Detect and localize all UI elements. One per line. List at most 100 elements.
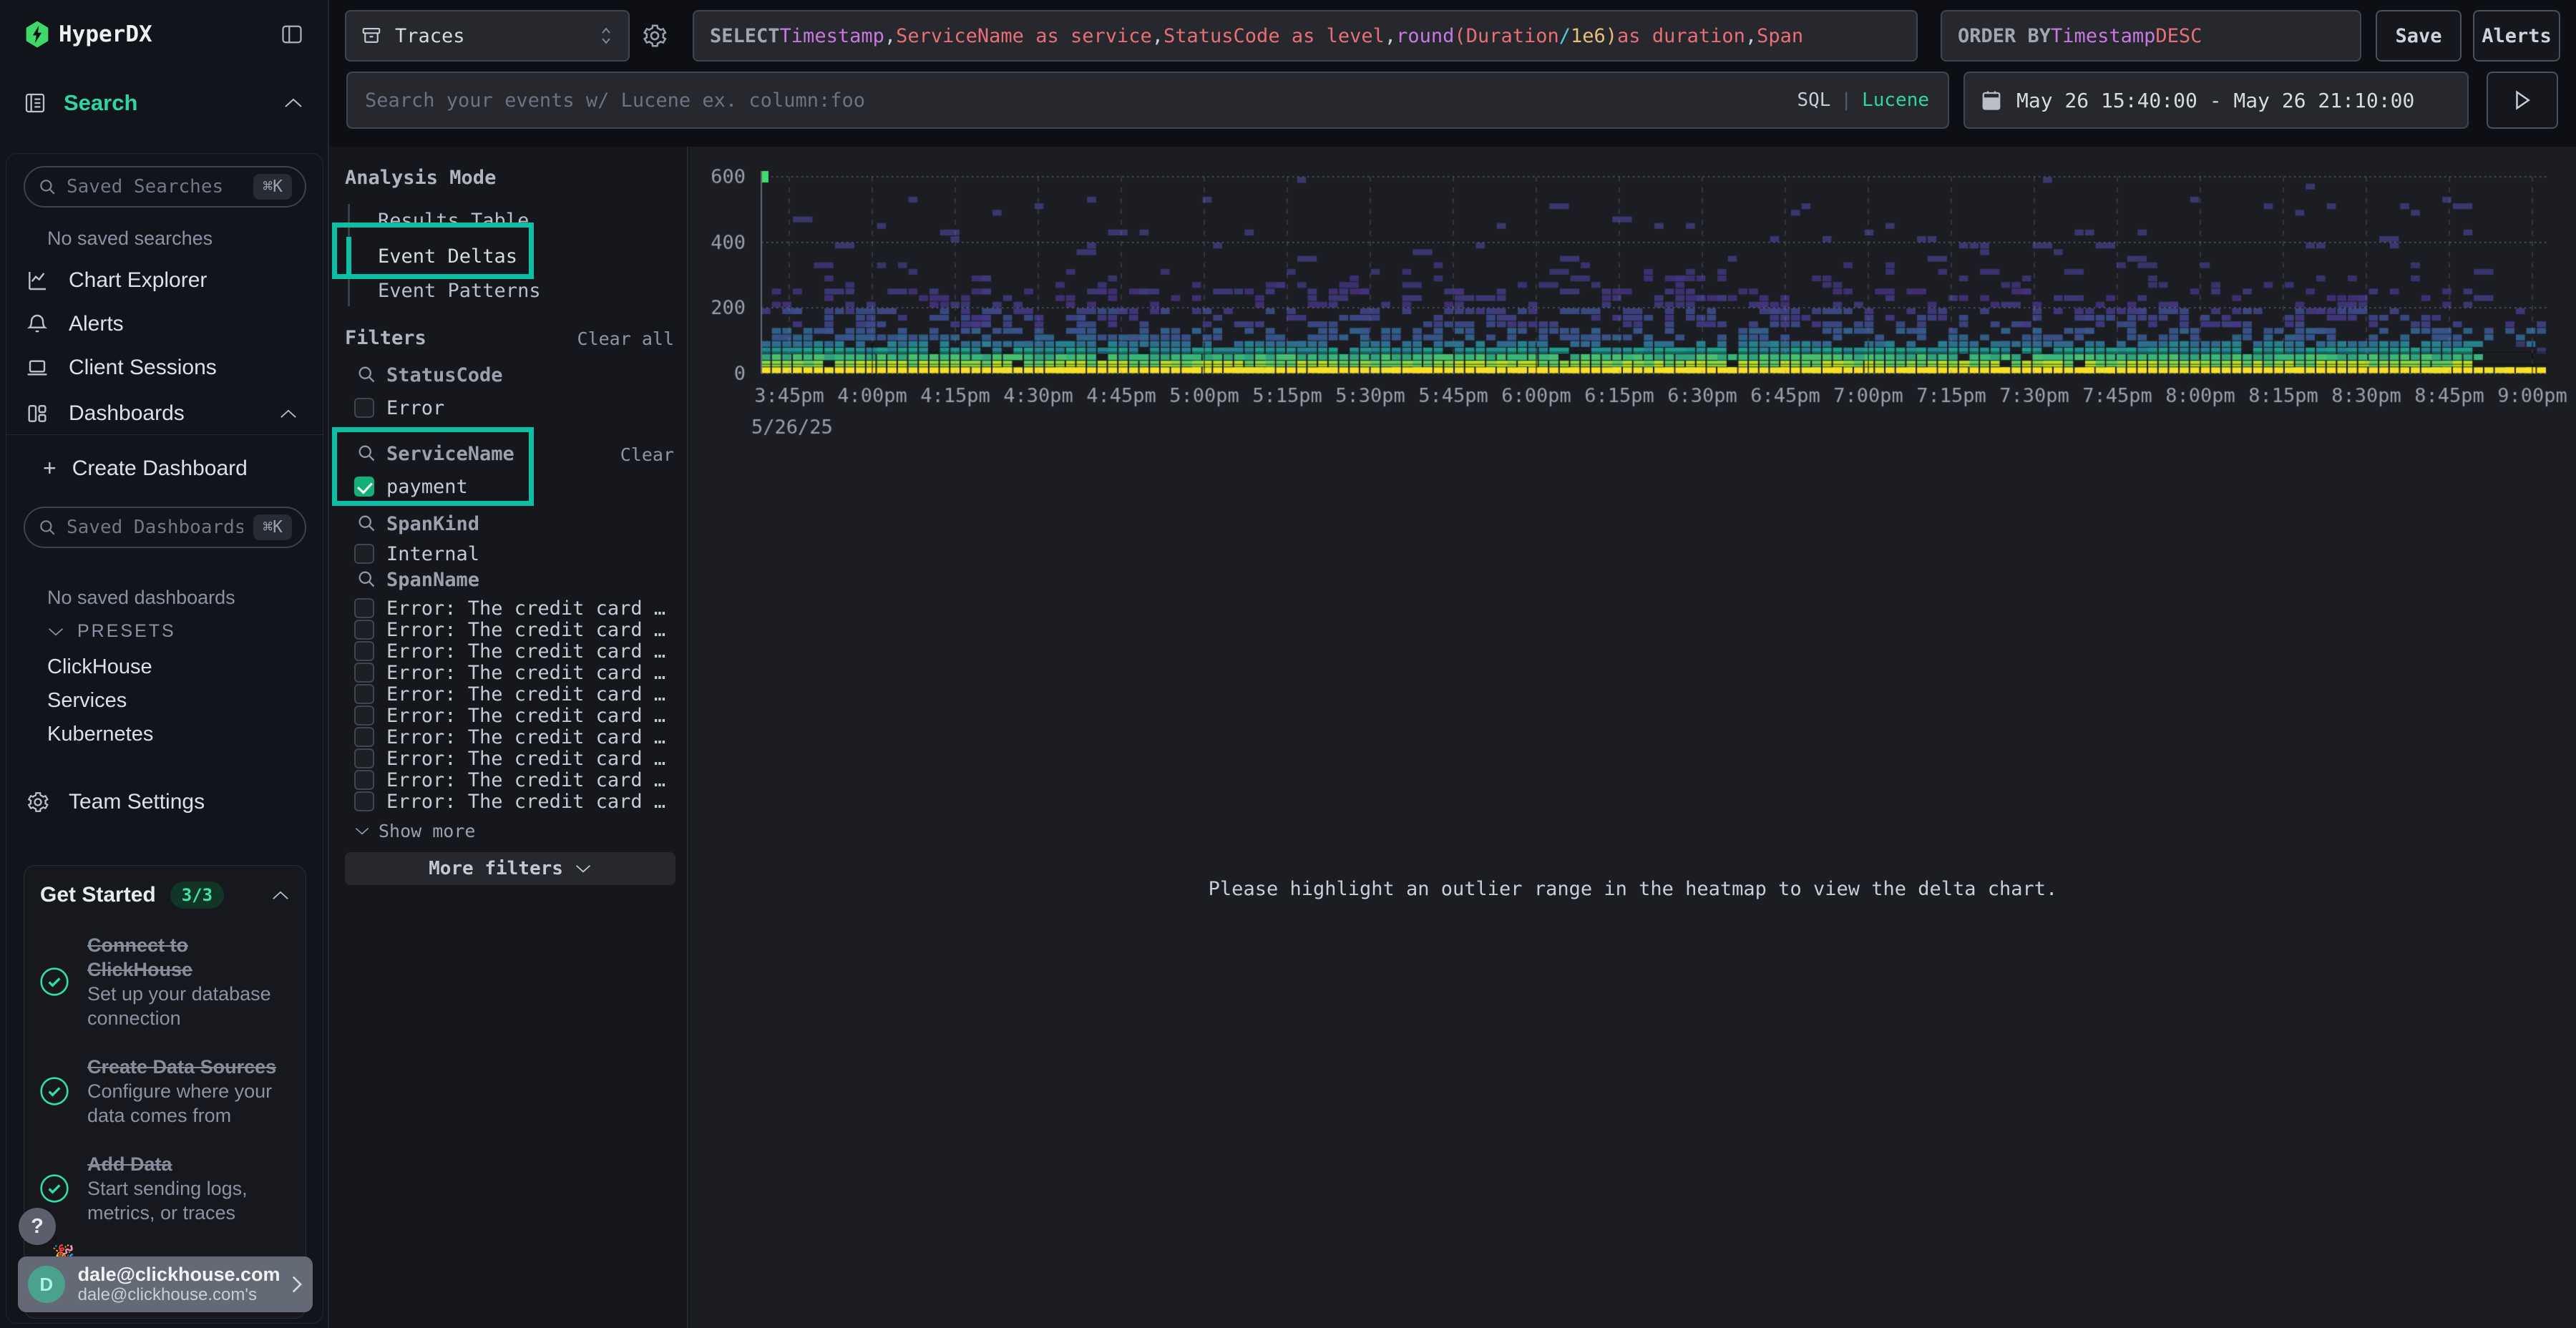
saved-searches-search[interactable]: ⌘K (24, 166, 306, 208)
run-query-button[interactable] (2487, 72, 2558, 129)
saved-searches-input[interactable] (67, 176, 243, 197)
filter-option[interactable]: Error: The credit card … (354, 748, 665, 769)
get-started-item[interactable]: Connect to ClickHouse Set up your databa… (24, 933, 306, 1030)
date-range-picker[interactable]: May 26 15:40:00 - May 26 21:10:00 (1963, 72, 2469, 129)
filter-option[interactable]: Error: The credit card … (354, 769, 665, 791)
app-logo[interactable] (24, 20, 51, 49)
preset-services[interactable]: Services (47, 689, 127, 713)
get-started-item-title: Add Data (87, 1152, 285, 1176)
spanname-options: Error: The credit card … Error: The cred… (354, 597, 665, 812)
filter-option-label: payment (386, 476, 468, 498)
get-started-item[interactable]: Add Data Start sending logs, metrics, or… (24, 1152, 306, 1225)
create-dashboard-button[interactable]: + Create Dashboard (43, 455, 248, 482)
bell-icon (26, 313, 49, 336)
clear-all-filters[interactable]: Clear all (577, 328, 674, 349)
filter-option-label: Error: The credit card … (386, 683, 665, 706)
user-menu[interactable]: D dale@clickhouse.com dale@clickhouse.co… (18, 1256, 313, 1312)
nav-search[interactable]: Search (24, 90, 137, 116)
toggle-lucene[interactable]: Lucene (1862, 89, 1929, 111)
checkbox[interactable] (354, 706, 374, 726)
preset-kubernetes[interactable]: Kubernetes (47, 723, 153, 746)
clear-servicename-filter[interactable]: Clear (620, 444, 674, 465)
checkbox[interactable] (354, 477, 374, 497)
checkbox[interactable] (354, 641, 374, 661)
filter-option[interactable]: Error: The credit card … (354, 662, 665, 683)
preset-clickhouse[interactable]: ClickHouse (47, 655, 152, 679)
checkbox[interactable] (354, 770, 374, 790)
duration-heatmap[interactable] (690, 147, 2576, 483)
filter-option-label: Error (386, 397, 444, 419)
checkbox[interactable] (354, 791, 374, 811)
chevron-down-icon (575, 864, 592, 874)
filter-group-statuscode[interactable]: StatusCode (386, 364, 503, 386)
checkbox[interactable] (354, 598, 374, 618)
event-search-bar[interactable]: SQL | Lucene (346, 72, 1949, 129)
collapse-search-section[interactable] (283, 97, 303, 109)
checkbox[interactable] (354, 748, 374, 768)
search-page-icon (24, 92, 47, 114)
sidebar-item-alerts[interactable]: Alerts (0, 304, 329, 344)
checkbox[interactable] (354, 684, 374, 704)
filter-option[interactable]: Error: The credit card … (354, 726, 665, 748)
filter-option[interactable]: Error: The credit card … (354, 705, 665, 726)
toggle-sql[interactable]: SQL (1797, 89, 1830, 111)
more-filters-button[interactable]: More filters (345, 852, 675, 885)
sidebar-item-team-settings[interactable]: Team Settings (26, 790, 205, 814)
filter-group-spanname[interactable]: SpanName (386, 569, 479, 591)
search-input[interactable] (365, 89, 1724, 112)
filter-option[interactable]: Error: The credit card … (354, 597, 665, 619)
checkbox[interactable] (354, 544, 374, 564)
user-email: dale@clickhouse.com (78, 1264, 279, 1285)
show-more-button[interactable]: Show more (354, 821, 475, 841)
search-icon[interactable] (356, 443, 376, 463)
chevron-down-icon (47, 627, 64, 637)
filter-option-label: Error: The credit card … (386, 619, 665, 641)
collapse-sidebar-button[interactable] (281, 24, 303, 44)
gear-icon (26, 790, 50, 814)
source-select[interactable]: Traces (345, 10, 630, 62)
filter-option[interactable]: Error: The credit card … (354, 619, 665, 640)
filter-option-error[interactable]: Error (354, 396, 444, 420)
filter-group-servicename[interactable]: ServiceName (386, 443, 514, 465)
sidebar: HyperDX Search ⌘K No saved searches Char… (0, 0, 329, 1328)
presets-toggle[interactable]: PRESETS (47, 621, 176, 642)
source-settings-button[interactable] (641, 22, 668, 49)
mode-results-table[interactable]: Results Table (378, 210, 529, 232)
create-dashboard-label: Create Dashboard (72, 456, 248, 481)
query-language-toggle[interactable]: SQL | Lucene (1797, 73, 1929, 127)
help-button[interactable]: ? (19, 1208, 56, 1245)
panel-toggle-icon (281, 24, 303, 44)
checkbox[interactable] (354, 727, 374, 747)
chevron-up-icon[interactable] (279, 409, 298, 419)
filter-option[interactable]: Error: The credit card … (354, 683, 665, 705)
filter-option[interactable]: Error: The credit card … (354, 791, 665, 812)
sidebar-item-dashboards[interactable]: Dashboards (0, 394, 329, 434)
filter-option-payment[interactable]: payment (354, 474, 468, 499)
checkbox[interactable] (354, 663, 374, 683)
kbd-shortcut: ⌘K (253, 514, 292, 540)
filter-option[interactable]: Error: The credit card … (354, 640, 665, 662)
sql-select-editor[interactable]: SELECT Timestamp, ServiceName as service… (693, 10, 1918, 62)
search-icon[interactable] (356, 513, 376, 533)
search-icon[interactable] (356, 569, 376, 589)
filter-group-spankind[interactable]: SpanKind (386, 513, 479, 535)
search-icon[interactable] (356, 364, 376, 384)
alerts-button[interactable]: Alerts (2473, 10, 2560, 62)
get-started-item[interactable]: Create Data Sources Configure where your… (24, 1055, 306, 1128)
checkbox[interactable] (354, 398, 374, 418)
chevron-up-icon[interactable] (271, 890, 290, 901)
check-circle-icon (39, 1173, 70, 1204)
checkbox[interactable] (354, 620, 374, 640)
saved-dashboards-input[interactable] (67, 517, 243, 538)
save-button[interactable]: Save (2376, 10, 2462, 62)
sidebar-item-chart-explorer[interactable]: Chart Explorer (0, 260, 329, 301)
sidebar-item-client-sessions[interactable]: Client Sessions (0, 348, 329, 388)
saved-dashboards-search[interactable]: ⌘K (24, 507, 306, 548)
mode-event-patterns[interactable]: Event Patterns (378, 280, 541, 302)
get-started-badge: 3/3 (170, 882, 224, 909)
order-by-editor[interactable]: ORDER BY Timestamp DESC (1941, 10, 2361, 62)
more-filters-label: More filters (429, 858, 563, 879)
delta-chart-empty-message: Please highlight an outlier range in the… (690, 878, 2576, 900)
filter-option-internal[interactable]: Internal (354, 542, 479, 566)
mode-event-deltas[interactable]: Event Deltas (378, 245, 517, 268)
